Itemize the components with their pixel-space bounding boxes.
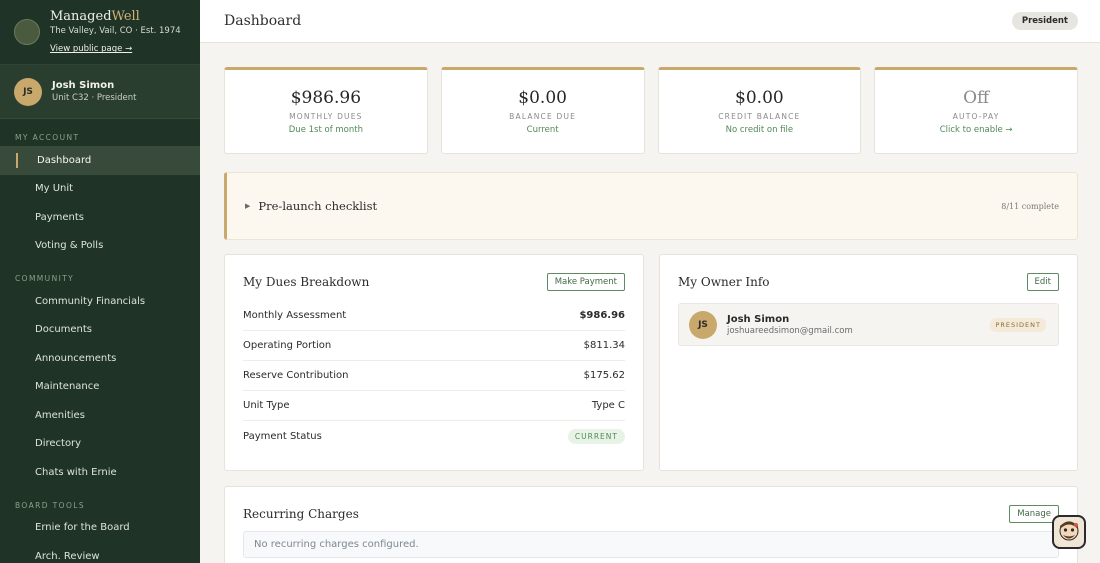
row-label: Operating Portion xyxy=(243,340,332,351)
main-content: Dashboard President $986.96 MONTHLY DUES… xyxy=(200,0,1100,563)
sidebar-item-payments[interactable]: Payments xyxy=(0,203,200,232)
stat-value: $986.96 xyxy=(290,88,362,108)
stat-label: AUTO-PAY xyxy=(952,112,1000,121)
caret-right-icon: ▶ xyxy=(245,202,251,210)
stat-value: Off xyxy=(963,88,990,108)
table-row: Operating Portion $811.34 xyxy=(243,331,625,361)
owner-name: Josh Simon xyxy=(727,313,790,325)
brand-logo-icon xyxy=(14,19,40,45)
view-public-page-link[interactable]: View public page → xyxy=(50,44,132,54)
sidebar-item-voting-polls[interactable]: Voting & Polls xyxy=(0,232,200,261)
stat-card-auto-pay[interactable]: Off AUTO-PAY Click to enable → xyxy=(874,67,1078,154)
brand-name: ManagedWell xyxy=(50,8,140,24)
enable-autopay-link[interactable]: Click to enable → xyxy=(940,125,1013,135)
sidebar-item-my-unit[interactable]: My Unit xyxy=(0,175,200,204)
sidebar-item-arch-review[interactable]: Arch. Review xyxy=(0,542,200,563)
panel-title: Recurring Charges xyxy=(243,507,359,521)
owner-card: JS Josh Simon joshuareedsimon@gmail.com … xyxy=(678,303,1059,346)
stat-card-credit-balance: $0.00 CREDIT BALANCE No credit on file xyxy=(657,67,862,154)
stat-value: $0.00 xyxy=(735,88,784,108)
table-row: Unit Type Type C xyxy=(243,391,625,421)
empty-state: No recurring charges configured. xyxy=(243,531,1059,558)
avatar: JS xyxy=(14,77,42,106)
sidebar-item-amenities[interactable]: Amenities xyxy=(0,401,200,430)
app-shell: ManagedWell The Valley, Vail, CO · Est. … xyxy=(0,0,1100,563)
top-bar: Dashboard President xyxy=(200,0,1100,43)
nav-section-label: BOARD TOOLS xyxy=(15,500,86,510)
status-badge: CURRENT xyxy=(567,428,625,444)
nav-section-label: COMMUNITY xyxy=(15,274,75,283)
user-subtitle: Unit C32 · President xyxy=(52,93,137,103)
brand-subtitle: The Valley, Vail, CO · Est. 1974 xyxy=(50,26,181,37)
pre-launch-checklist[interactable]: ▶ Pre-launch checklist 8/11 complete xyxy=(224,172,1078,240)
sidebar-nav: MY ACCOUNT Dashboard My Unit Payments Vo… xyxy=(0,133,200,563)
sidebar-item-dashboard[interactable]: Dashboard xyxy=(0,146,200,175)
row-value: $986.96 xyxy=(579,310,625,321)
table-row: Payment Status CURRENT xyxy=(243,421,625,451)
row-value: $811.34 xyxy=(583,340,625,351)
current-user[interactable]: JS Josh Simon Unit C32 · President xyxy=(0,65,200,119)
chat-assistant-icon[interactable] xyxy=(1052,515,1086,549)
row-label: Reserve Contribution xyxy=(243,370,349,381)
stat-subtext: No credit on file xyxy=(725,125,794,135)
checklist-title: Pre-launch checklist xyxy=(258,199,378,213)
role-badge: PRESIDENT xyxy=(990,317,1046,332)
panel-title: My Owner Info xyxy=(678,275,770,289)
user-name: Josh Simon xyxy=(52,80,115,91)
owner-email: joshuareedsimon@gmail.com xyxy=(727,325,853,336)
sidebar-item-maintenance[interactable]: Maintenance xyxy=(0,373,200,402)
dues-breakdown-panel: My Dues Breakdown Make Payment Monthly A… xyxy=(224,254,644,471)
brand-header: ManagedWell The Valley, Vail, CO · Est. … xyxy=(0,0,200,65)
row-value: Type C xyxy=(591,400,625,411)
row-label: Payment Status xyxy=(243,430,322,442)
panel-title: My Dues Breakdown xyxy=(243,275,370,289)
row-value: $175.62 xyxy=(583,370,625,381)
page-title: Dashboard xyxy=(224,13,302,29)
nav-section-label: MY ACCOUNT xyxy=(15,133,80,142)
stat-label: MONTHLY DUES xyxy=(289,112,363,121)
chat-assistant-face xyxy=(1059,521,1079,541)
sidebar: ManagedWell The Valley, Vail, CO · Est. … xyxy=(0,0,200,563)
owner-info-panel: My Owner Info Edit JS Josh Simon joshuar… xyxy=(659,254,1078,471)
make-payment-button[interactable]: Make Payment xyxy=(546,273,625,291)
sidebar-item-announcements[interactable]: Announcements xyxy=(0,344,200,373)
sidebar-item-chats-with-ernie[interactable]: Chats with Ernie xyxy=(0,458,200,487)
stat-value: $0.00 xyxy=(518,88,567,108)
recurring-charges-panel: Recurring Charges Manage No recurring ch… xyxy=(224,486,1078,563)
sidebar-item-community-financials[interactable]: Community Financials xyxy=(0,287,200,316)
stat-subtext: Due 1st of month xyxy=(288,125,363,135)
row-label: Unit Type xyxy=(243,400,290,411)
role-badge: President xyxy=(1011,12,1078,30)
stat-label: BALANCE DUE xyxy=(509,112,577,121)
sidebar-item-ernie-for-the-board[interactable]: Ernie for the Board xyxy=(0,514,200,543)
stat-label: CREDIT BALANCE xyxy=(718,112,801,121)
sidebar-item-directory[interactable]: Directory xyxy=(0,430,200,459)
sidebar-item-documents[interactable]: Documents xyxy=(0,316,200,345)
table-row: Monthly Assessment $986.96 xyxy=(243,301,625,331)
checklist-count: 8/11 complete xyxy=(1001,201,1059,211)
edit-button[interactable]: Edit xyxy=(1026,273,1059,291)
dues-list: Monthly Assessment $986.96 Operating Por… xyxy=(243,301,625,451)
row-label: Monthly Assessment xyxy=(243,310,347,321)
stat-subtext: Current xyxy=(526,125,559,135)
stat-card-monthly-dues: $986.96 MONTHLY DUES Due 1st of month xyxy=(224,67,428,154)
table-row: Reserve Contribution $175.62 xyxy=(243,361,625,391)
stats-row: $986.96 MONTHLY DUES Due 1st of month $0… xyxy=(224,67,1078,154)
stat-card-balance-due: $0.00 BALANCE DUE Current xyxy=(440,67,645,154)
avatar: JS xyxy=(689,310,717,339)
